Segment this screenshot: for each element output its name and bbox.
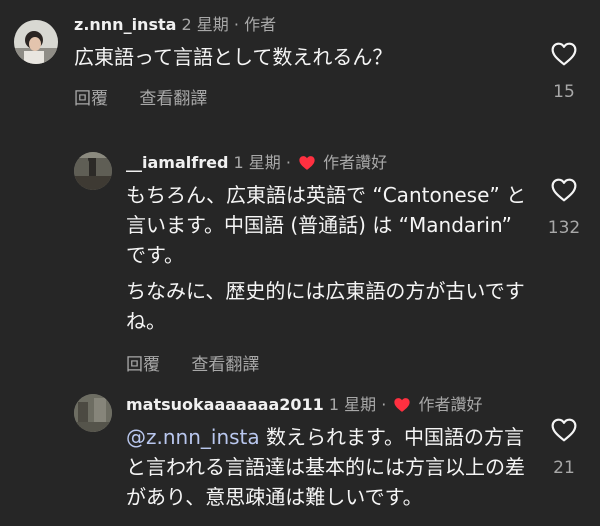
heart-outline-icon[interactable] [551,42,577,66]
author-liked-label: 作者讚好 [418,395,483,414]
comment-meta: matsuokaaaaaaa2011 1 星期 · 作者讚好 [126,394,530,416]
avatar[interactable] [74,152,112,190]
like-count: 15 [553,82,575,102]
separator: · [285,153,291,172]
timestamp: 2 星期 [181,15,229,34]
comment-paragraph: 広東語って言語として数えれるん？ [74,45,393,69]
like-control: 21 [542,418,586,478]
avatar[interactable] [74,394,112,432]
username[interactable]: z.nnn_insta [74,15,176,34]
comment-text: もちろん、広東語は英語で “Cantonese” と言います。中国語 (普通話)… [126,180,530,336]
timestamp: 1 星期 [328,395,377,414]
heart-outline-icon[interactable] [551,418,577,442]
avatar-image [74,152,112,190]
comment-paragraph: もちろん、広東語は英語で “Cantonese” と言います。中国語 (普通話)… [126,183,527,267]
like-count: 132 [547,218,581,238]
comment-body: z.nnn_insta 2 星期 · 作者 広東語って言語として数えれるん？ 回… [74,14,530,109]
comment-actions: 回覆 查看翻譯 [126,350,530,375]
username[interactable]: matsuokaaaaaaa2011 [126,395,324,414]
comment-paragraph: ちなみに、歴史的には広東語の方が古いですね。 [126,279,525,333]
heart-outline-icon[interactable] [551,178,577,202]
comment-body: matsuokaaaaaaa2011 1 星期 · 作者讚好 @z.nnn_in… [126,394,530,512]
comment-actions: 回覆 查看翻譯 [74,84,530,109]
comment-meta: z.nnn_insta 2 星期 · 作者 [74,14,530,36]
heart-filled-icon [394,398,411,412]
like-control: 132 [542,178,586,238]
comment-paragraph: @z.nnn_insta 数えられます。中国語の方言と言われる言語達は基本的には… [126,422,530,512]
like-control: 15 [542,42,586,102]
comment-text: 広東語って言語として数えれるん？ [74,42,530,72]
avatar-image [74,394,112,432]
like-count: 21 [553,458,575,478]
avatar[interactable] [14,20,58,64]
username[interactable]: __iamalfred [126,153,228,172]
separator: · [233,15,239,34]
reply-button[interactable]: 回覆 [126,355,160,375]
translate-button[interactable]: 查看翻譯 [191,355,259,375]
timestamp: 1 星期 [233,153,281,172]
heart-filled-icon [299,156,315,170]
comment-body: __iamalfred 1 星期 · 作者讚好 もちろん、広東語は英語で “Ca… [126,152,530,375]
author-liked-label: 作者讚好 [323,153,388,172]
author-badge: 作者 [244,15,277,34]
reply-button[interactable]: 回覆 [74,89,108,109]
comment-text: @z.nnn_insta 数えられます。中国語の方言と言われる言語達は基本的には… [126,422,530,512]
comment-meta: __iamalfred 1 星期 · 作者讚好 [126,152,530,174]
avatar-image [14,20,58,64]
mention-link[interactable]: @z.nnn_insta [126,425,260,449]
translate-button[interactable]: 查看翻譯 [139,89,207,109]
separator: · [381,395,387,414]
